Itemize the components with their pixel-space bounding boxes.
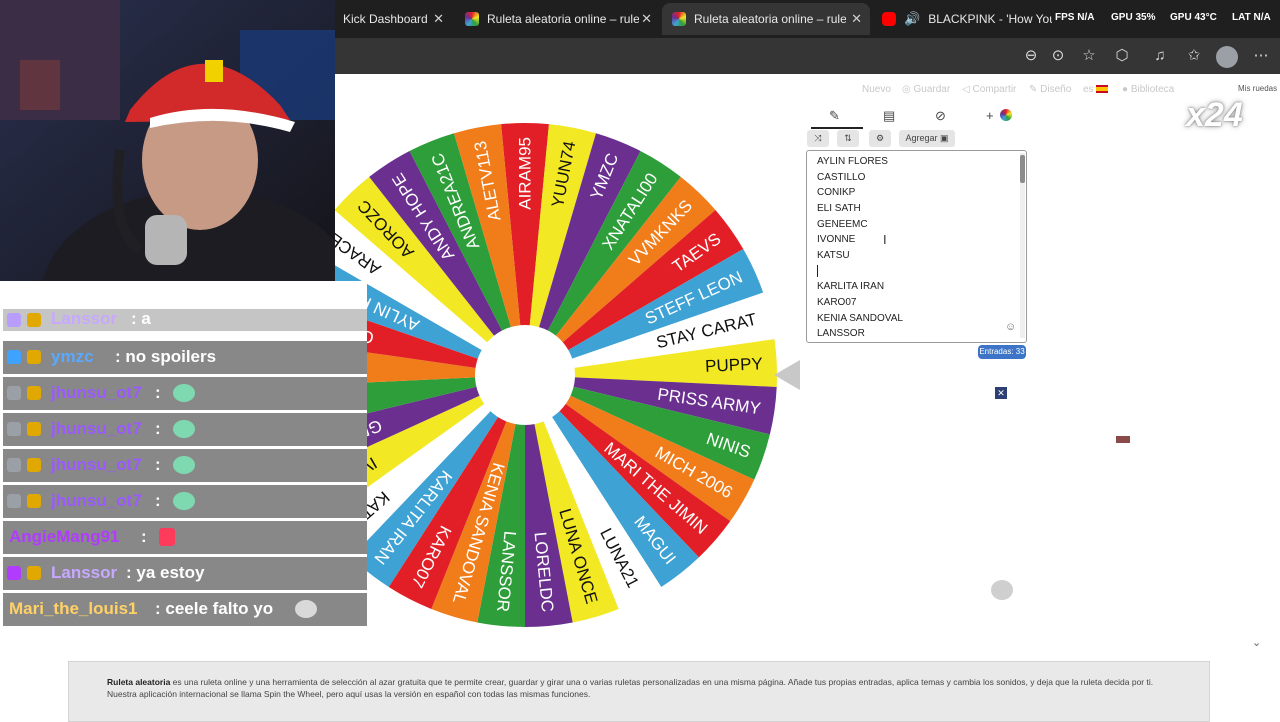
chat-message: Lanssor : a xyxy=(3,309,367,331)
chat-message: ymzc : no spoilers xyxy=(3,341,367,374)
chat-text: : xyxy=(155,419,161,438)
wheel-center[interactable] xyxy=(475,325,575,425)
stream-chat-overlay: Lanssor : a ymzc : no spoilers jhunsu_ot… xyxy=(0,281,367,626)
chat-text: : xyxy=(141,527,147,546)
description-card: Ruleta aleatoria es una ruleta online y … xyxy=(68,661,1210,722)
wheel-pointer-icon xyxy=(774,360,800,390)
chat-message: jhunsu_ot7 : xyxy=(3,449,367,482)
chat-message: AngieMang91 : xyxy=(3,521,367,554)
cat-emote-icon xyxy=(173,384,195,402)
crown-icon xyxy=(27,422,41,436)
chat-text: : xyxy=(155,455,161,474)
chat-text: : a xyxy=(131,309,151,328)
cat-emote-icon xyxy=(173,420,195,438)
webcam-overlay xyxy=(0,0,335,281)
chat-message: Lanssor : ya estoy xyxy=(3,557,367,590)
description-text: Ruleta aleatoria es una ruleta online y … xyxy=(107,676,1172,700)
crown-icon xyxy=(27,566,41,580)
small-badge-icon xyxy=(1116,436,1130,443)
chat-message: jhunsu_ot7 : xyxy=(3,377,367,410)
shield-badge-icon xyxy=(7,494,21,508)
description-title: Ruleta aleatoria xyxy=(107,677,171,687)
chat-text: : ya estoy xyxy=(126,563,205,582)
chat-username[interactable]: jhunsu_ot7 xyxy=(51,383,142,403)
close-icon[interactable]: ✕ xyxy=(995,387,1007,399)
moderator-badge-icon xyxy=(7,313,21,327)
chat-text: : xyxy=(155,491,161,510)
chat-text: : xyxy=(155,383,161,402)
wheel-segment-label: AIRAM95 xyxy=(516,137,535,210)
x24-brand-logo: x24 xyxy=(1186,96,1243,134)
cat-emote-icon xyxy=(295,600,317,618)
shield-badge-icon xyxy=(7,458,21,472)
cat-emote-icon xyxy=(173,492,195,510)
chat-username[interactable]: AngieMang91 xyxy=(9,527,120,547)
chat-username[interactable]: Lanssor xyxy=(51,309,117,329)
shield-badge-icon xyxy=(7,386,21,400)
description-body: es una ruleta online y una herramienta d… xyxy=(107,677,1154,699)
chat-username[interactable]: jhunsu_ot7 xyxy=(51,491,142,511)
crown-icon xyxy=(27,494,41,508)
chat-text: : no spoilers xyxy=(115,347,217,366)
chat-username[interactable]: jhunsu_ot7 xyxy=(51,419,142,439)
wheel-segment-label: PUPPY xyxy=(705,354,763,376)
chat-message: Mari_the_louis1 : ceele falto yo xyxy=(3,593,367,626)
crown-icon xyxy=(27,313,41,327)
chat-text: : ceele falto yo xyxy=(155,599,274,618)
streamer-webcam-image xyxy=(0,0,335,281)
cat-emote-icon xyxy=(173,456,195,474)
ribbon-emote-icon xyxy=(159,528,175,546)
cat-emote-icon xyxy=(991,580,1013,600)
chat-username[interactable]: jhunsu_ot7 xyxy=(51,455,142,475)
chat-username[interactable]: ymzc xyxy=(51,347,94,367)
crown-icon xyxy=(27,386,41,400)
chat-message: jhunsu_ot7 : xyxy=(3,485,367,518)
crown-icon xyxy=(27,350,41,364)
chat-username[interactable]: Lanssor xyxy=(51,563,117,583)
chat-message: jhunsu_ot7 : xyxy=(3,413,367,446)
shield-badge-icon xyxy=(7,422,21,436)
crown-icon xyxy=(27,458,41,472)
cube-badge-icon xyxy=(7,350,21,364)
heart-badge-icon xyxy=(7,566,21,580)
chevron-down-icon[interactable]: ⌄ xyxy=(1252,636,1261,649)
chat-username[interactable]: Mari_the_louis1 xyxy=(9,599,138,619)
